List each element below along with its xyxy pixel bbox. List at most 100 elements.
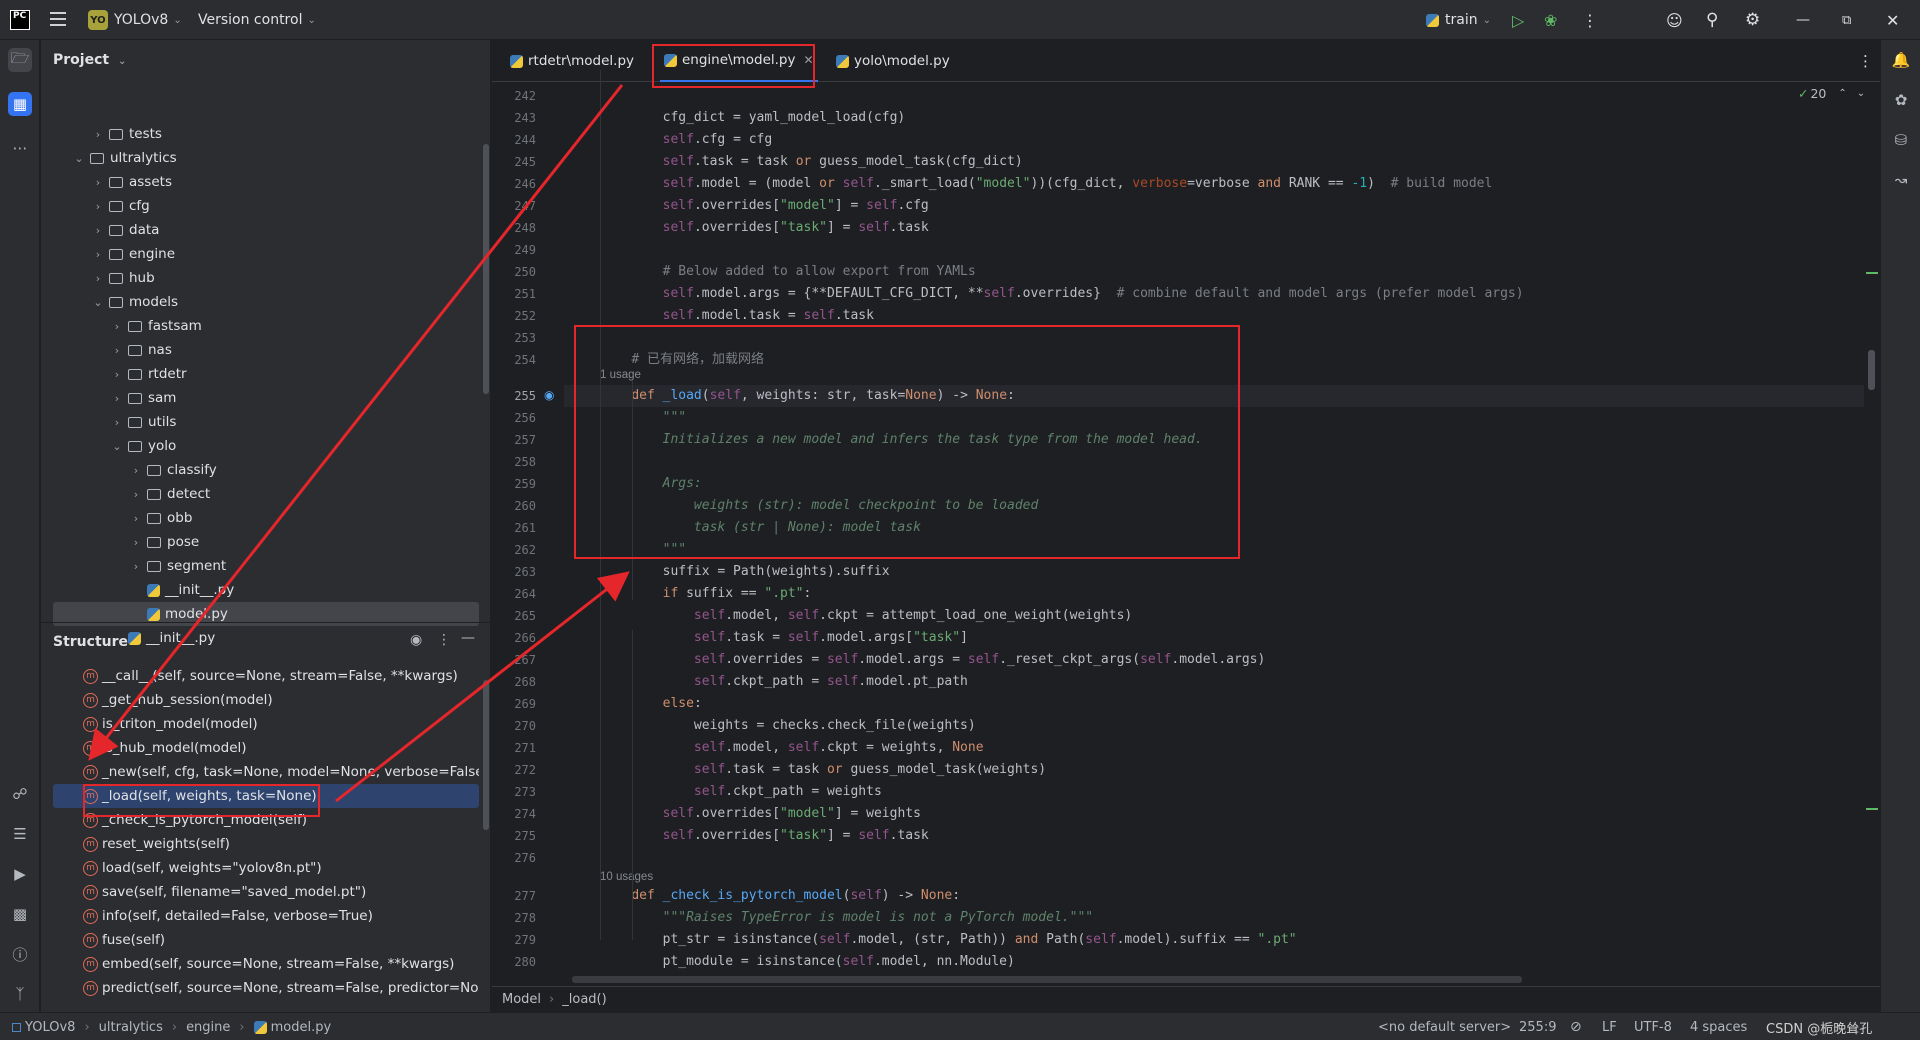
code-line[interactable]: self.task = self.model.args["task"] bbox=[600, 627, 968, 649]
code-line[interactable]: self.task = task or guess_model_task(wei… bbox=[600, 759, 1046, 781]
chevron-right-icon[interactable]: › bbox=[129, 512, 143, 525]
code-line[interactable]: self.model, self.ckpt = weights, None bbox=[600, 737, 984, 759]
server-status[interactable]: <no default server> bbox=[1378, 1013, 1511, 1040]
tree-folder[interactable]: › obb bbox=[53, 506, 479, 530]
override-gutter-icon[interactable]: ◉ bbox=[544, 388, 554, 402]
code-line[interactable]: """ bbox=[600, 539, 686, 561]
debug-icon[interactable]: ❀ bbox=[1544, 0, 1557, 40]
structure-method-item[interactable]: m _get_hub_session(model) bbox=[53, 688, 479, 712]
usage-hint[interactable]: 10 usages bbox=[600, 871, 653, 883]
add-user-icon[interactable]: ☺ bbox=[1666, 0, 1683, 40]
chevron-right-icon[interactable]: › bbox=[129, 536, 143, 549]
code-line[interactable]: self.overrides["task"] = self.task bbox=[600, 217, 929, 239]
breadcrumb-function[interactable]: _load() bbox=[562, 992, 606, 1007]
line-separator[interactable]: LF bbox=[1602, 1013, 1617, 1040]
path-segment[interactable]: ultralytics bbox=[99, 1020, 163, 1035]
structure-method-item[interactable]: m fuse(self) bbox=[53, 928, 479, 952]
path-segment[interactable]: engine bbox=[186, 1020, 230, 1035]
chevron-down-icon[interactable]: ⌄ bbox=[110, 440, 124, 453]
code-line[interactable]: self.ckpt_path = weights bbox=[600, 781, 882, 803]
structure-method-item[interactable]: m _check_is_pytorch_model(self) bbox=[53, 808, 479, 832]
git-icon[interactable]: ᛉ bbox=[8, 982, 32, 1006]
project-panel-title[interactable]: Project ⌄ bbox=[53, 52, 126, 74]
code-line[interactable]: self.overrides["model"] = self.cfg bbox=[600, 195, 929, 217]
tree-folder[interactable]: › classify bbox=[53, 458, 479, 482]
cursor-position[interactable]: 255:9 bbox=[1519, 1013, 1556, 1040]
code-line[interactable]: def _check_is_pytorch_model(self) -> Non… bbox=[600, 885, 960, 907]
tab-yolo-model[interactable]: yolo\model.py bbox=[832, 40, 950, 82]
inspection-widget[interactable]: ✓ 20 ⌃ ⌄ bbox=[1798, 86, 1865, 101]
chevron-right-icon[interactable]: › bbox=[91, 128, 105, 141]
services-icon[interactable]: ▶ bbox=[8, 862, 32, 886]
main-menu-icon[interactable] bbox=[50, 12, 66, 26]
horizontal-scrollbar[interactable] bbox=[572, 976, 1522, 983]
chevron-down-icon[interactable]: ⌄ bbox=[72, 152, 86, 165]
eye-icon[interactable]: ◉ bbox=[410, 632, 422, 648]
python-console-icon[interactable]: ☍ bbox=[8, 782, 32, 806]
structure-method-item[interactable]: m reset_weights(self) bbox=[53, 832, 479, 856]
problems-icon[interactable]: ⓘ bbox=[8, 942, 32, 966]
chevron-right-icon[interactable]: › bbox=[129, 464, 143, 477]
project-switcher[interactable]: YOLOv8 ⌄ bbox=[114, 0, 182, 40]
code-line[interactable]: self.task = task or guess_model_task(cfg… bbox=[600, 151, 1023, 173]
tree-scrollbar[interactable] bbox=[483, 144, 489, 394]
code-line[interactable]: self.model = (model or self._smart_load(… bbox=[600, 173, 1493, 195]
structure-method-item[interactable]: m predict(self, source=None, stream=False… bbox=[53, 976, 479, 1000]
minimize-icon[interactable]: — bbox=[1796, 0, 1810, 40]
editor-scrollbar[interactable] bbox=[1868, 350, 1875, 390]
database-icon[interactable]: ⛁ bbox=[1889, 128, 1913, 152]
chevron-right-icon[interactable]: › bbox=[110, 344, 124, 357]
project-folder-icon[interactable]: 🗁 bbox=[8, 48, 32, 72]
indent-setting[interactable]: 4 spaces bbox=[1690, 1013, 1747, 1040]
code-line[interactable]: self.overrides["task"] = self.task bbox=[600, 825, 929, 847]
structure-method-item[interactable]: m __call__(self, source=None, stream=Fals… bbox=[53, 664, 479, 688]
file-encoding[interactable]: UTF-8 bbox=[1634, 1013, 1672, 1040]
chevron-right-icon[interactable]: › bbox=[129, 560, 143, 573]
scientific-mode-icon[interactable]: ↝ bbox=[1889, 168, 1913, 192]
code-line[interactable]: """Raises TypeError is model is not a Py… bbox=[600, 907, 1093, 929]
notifications-icon[interactable]: 🔔 bbox=[1889, 48, 1913, 72]
chevron-right-icon[interactable]: › bbox=[91, 200, 105, 213]
code-line[interactable]: Args: bbox=[600, 473, 702, 495]
structure-method-item[interactable]: m _new(self, cfg, task=None, model=None, … bbox=[53, 760, 479, 784]
settings-gear-icon[interactable]: ⚙ bbox=[1745, 0, 1760, 40]
code-line[interactable]: cfg_dict = yaml_model_load(cfg) bbox=[600, 107, 906, 129]
code-line[interactable]: """ bbox=[600, 407, 686, 429]
tree-folder[interactable]: › tests bbox=[53, 122, 479, 146]
code-line[interactable]: self.ckpt_path = self.model.pt_path bbox=[600, 671, 968, 693]
tree-folder[interactable]: › utils bbox=[53, 410, 479, 434]
tree-folder[interactable]: › pose bbox=[53, 530, 479, 554]
close-tab-icon[interactable]: ✕ bbox=[803, 53, 813, 67]
path-segment[interactable]: YOLOv8 bbox=[25, 1020, 75, 1035]
structure-method-item[interactable]: m is_triton_model(model) bbox=[53, 712, 479, 736]
code-line[interactable]: self.model.task = self.task bbox=[600, 305, 874, 327]
structure-scrollbar[interactable] bbox=[483, 680, 489, 830]
readonly-toggle-icon[interactable]: ⊘ bbox=[1570, 1013, 1582, 1040]
tree-folder[interactable]: › detect bbox=[53, 482, 479, 506]
tree-folder[interactable]: › data bbox=[53, 218, 479, 242]
code-line[interactable]: def _load(self, weights: str, task=None)… bbox=[600, 385, 1015, 407]
code-line[interactable]: self.model.args = {**DEFAULT_CFG_DICT, *… bbox=[600, 283, 1524, 305]
structure-icon[interactable]: ▦ bbox=[8, 92, 32, 116]
run-config-selector[interactable]: train ⌄ bbox=[1426, 0, 1491, 40]
tree-folder[interactable]: › hub bbox=[53, 266, 479, 290]
layers-icon[interactable]: ☰ bbox=[8, 822, 32, 846]
structure-method-item[interactable]: m is_hub_model(model) bbox=[53, 736, 479, 760]
chevron-right-icon[interactable]: › bbox=[129, 488, 143, 501]
panel-divider[interactable] bbox=[41, 622, 491, 623]
tree-folder[interactable]: ⌄ models bbox=[53, 290, 479, 314]
path-segment[interactable]: model.py bbox=[271, 1020, 332, 1035]
terminal-icon[interactable]: ▩ bbox=[8, 902, 32, 926]
code-line[interactable]: weights = checks.check_file(weights) bbox=[600, 715, 976, 737]
options-icon[interactable]: ⋮ bbox=[437, 632, 451, 648]
breadcrumb-class[interactable]: Model bbox=[502, 992, 541, 1007]
chevron-up-icon[interactable]: ⌃ bbox=[1838, 88, 1846, 99]
structure-method-item[interactable]: m load(self, weights="yolov8n.pt") bbox=[53, 856, 479, 880]
code-line[interactable]: # 已有网络，加载网络 bbox=[600, 349, 764, 371]
tab-engine-model[interactable]: engine\model.py ✕ bbox=[660, 40, 818, 82]
run-icon[interactable]: ▷ bbox=[1512, 0, 1524, 40]
chevron-right-icon[interactable]: › bbox=[91, 224, 105, 237]
tree-folder[interactable]: ⌄ ultralytics bbox=[53, 146, 479, 170]
tree-folder[interactable]: › segment bbox=[53, 554, 479, 578]
chevron-right-icon[interactable]: › bbox=[91, 248, 105, 261]
